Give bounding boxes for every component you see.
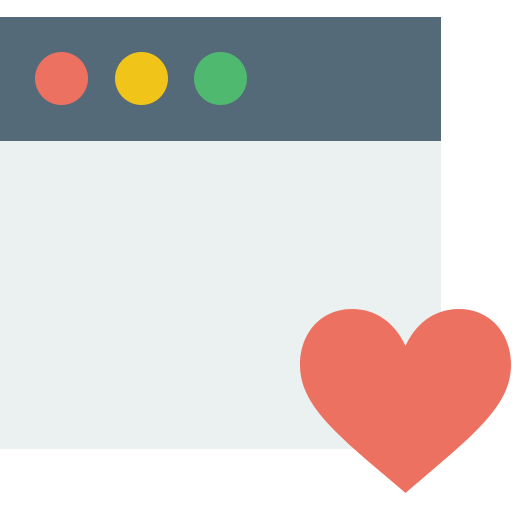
icon-canvas [0, 0, 512, 512]
heart-icon [300, 309, 511, 493]
close-dot-icon[interactable] [35, 52, 88, 105]
maximize-dot-icon[interactable] [194, 52, 247, 105]
minimize-dot-icon[interactable] [115, 52, 168, 105]
heart-shape [300, 309, 511, 493]
window-titlebar [0, 17, 441, 141]
